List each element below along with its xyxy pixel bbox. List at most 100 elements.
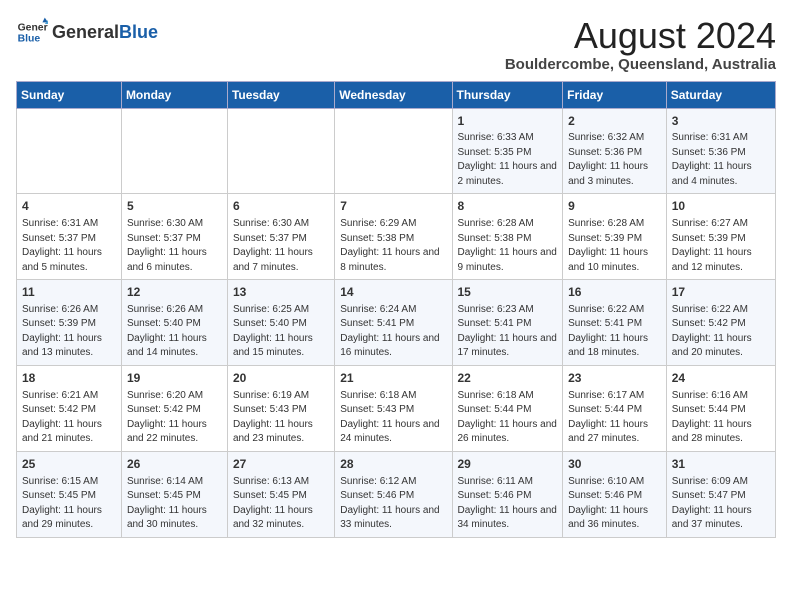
calendar-cell: 18 Sunrise: 6:21 AM Sunset: 5:42 PM Dayli…: [17, 365, 122, 451]
day-number: 11: [22, 284, 116, 301]
cell-content: Sunrise: 6:10 AM Sunset: 5:46 PM Dayligh…: [568, 475, 661, 533]
calendar-cell: 15 Sunrise: 6:23 AM Sunset: 5:41 PM Dayli…: [452, 280, 563, 366]
header-cell-friday: Friday: [563, 81, 667, 108]
week-row-2: 4 Sunrise: 6:31 AM Sunset: 5:37 PM Daylig…: [17, 194, 776, 280]
day-number: 27: [233, 456, 329, 473]
day-number: 15: [458, 284, 558, 301]
day-number: 31: [672, 456, 770, 473]
calendar-cell: 2Sunrise: 6:32 AM Sunset: 5:36 PM Daylig…: [563, 108, 667, 194]
day-number: 9: [568, 198, 661, 215]
week-row-1: 1Sunrise: 6:33 AM Sunset: 5:35 PM Daylig…: [17, 108, 776, 194]
cell-content: Sunrise: 6:25 AM Sunset: 5:40 PM Dayligh…: [233, 303, 329, 361]
day-number: 8: [458, 198, 558, 215]
subtitle: Bouldercombe, Queensland, Australia: [505, 56, 776, 73]
cell-content: Sunrise: 6:14 AM Sunset: 5:45 PM Dayligh…: [127, 475, 222, 533]
calendar-cell: 17Sunrise: 6:22 AM Sunset: 5:42 PM Dayli…: [666, 280, 775, 366]
logo-text-general: General: [52, 22, 119, 43]
day-number: 10: [672, 198, 770, 215]
svg-text:Blue: Blue: [18, 34, 41, 45]
calendar-cell: 19 Sunrise: 6:20 AM Sunset: 5:42 PM Dayli…: [121, 365, 227, 451]
cell-content: Sunrise: 6:27 AM Sunset: 5:39 PM Dayligh…: [672, 217, 770, 275]
day-number: 13: [233, 284, 329, 301]
cell-content: Sunrise: 6:28 AM Sunset: 5:39 PM Dayligh…: [568, 217, 661, 275]
calendar-cell: 14Sunrise: 6:24 AM Sunset: 5:41 PM Dayli…: [335, 280, 452, 366]
calendar-cell: 8 Sunrise: 6:28 AM Sunset: 5:38 PM Daylig…: [452, 194, 563, 280]
calendar-cell: 13 Sunrise: 6:25 AM Sunset: 5:40 PM Dayli…: [227, 280, 334, 366]
cell-content: Sunrise: 6:17 AM Sunset: 5:44 PM Dayligh…: [568, 389, 661, 447]
title-area: August 2024 Bouldercombe, Queensland, Au…: [505, 16, 776, 73]
logo: General Blue General Blue: [16, 16, 158, 48]
header-cell-wednesday: Wednesday: [335, 81, 452, 108]
logo-text-blue: Blue: [119, 22, 158, 43]
cell-content: Sunrise: 6:19 AM Sunset: 5:43 PM Dayligh…: [233, 389, 329, 447]
cell-content: Sunrise: 6:22 AM Sunset: 5:41 PM Dayligh…: [568, 303, 661, 361]
cell-content: Sunrise: 6:20 AM Sunset: 5:42 PM Dayligh…: [127, 389, 222, 447]
calendar-cell: 11 Sunrise: 6:26 AM Sunset: 5:39 PM Dayli…: [17, 280, 122, 366]
header-cell-sunday: Sunday: [17, 81, 122, 108]
logo-icon: General Blue: [16, 16, 48, 48]
calendar-cell: 10 Sunrise: 6:27 AM Sunset: 5:39 PM Dayli…: [666, 194, 775, 280]
calendar-cell: 26 Sunrise: 6:14 AM Sunset: 5:45 PM Dayli…: [121, 451, 227, 537]
cell-content: Sunrise: 6:21 AM Sunset: 5:42 PM Dayligh…: [22, 389, 116, 447]
cell-content: Sunrise: 6:12 AM Sunset: 5:46 PM Dayligh…: [340, 475, 446, 533]
cell-content: Sunrise: 6:18 AM Sunset: 5:43 PM Dayligh…: [340, 389, 446, 447]
day-number: 24: [672, 370, 770, 387]
cell-content: Sunrise: 6:32 AM Sunset: 5:36 PM Dayligh…: [568, 131, 661, 189]
day-number: 22: [458, 370, 558, 387]
day-number: 12: [127, 284, 222, 301]
calendar-cell: 4 Sunrise: 6:31 AM Sunset: 5:37 PM Daylig…: [17, 194, 122, 280]
day-number: 5: [127, 198, 222, 215]
day-number: 19: [127, 370, 222, 387]
calendar-cell: 21 Sunrise: 6:18 AM Sunset: 5:43 PM Dayli…: [335, 365, 452, 451]
header-cell-saturday: Saturday: [666, 81, 775, 108]
cell-content: Sunrise: 6:33 AM Sunset: 5:35 PM Dayligh…: [458, 131, 558, 189]
cell-content: Sunrise: 6:23 AM Sunset: 5:41 PM Dayligh…: [458, 303, 558, 361]
cell-content: Sunrise: 6:31 AM Sunset: 5:37 PM Dayligh…: [22, 217, 116, 275]
svg-text:General: General: [18, 22, 48, 33]
day-number: 29: [458, 456, 558, 473]
day-number: 1: [458, 113, 558, 130]
cell-content: Sunrise: 6:30 AM Sunset: 5:37 PM Dayligh…: [233, 217, 329, 275]
header-row: SundayMondayTuesdayWednesdayThursdayFrid…: [17, 81, 776, 108]
calendar-cell: 22Sunrise: 6:18 AM Sunset: 5:44 PM Dayli…: [452, 365, 563, 451]
calendar-cell: 1Sunrise: 6:33 AM Sunset: 5:35 PM Daylig…: [452, 108, 563, 194]
day-number: 3: [672, 113, 770, 130]
day-number: 21: [340, 370, 446, 387]
cell-content: Sunrise: 6:30 AM Sunset: 5:37 PM Dayligh…: [127, 217, 222, 275]
calendar-cell: 16Sunrise: 6:22 AM Sunset: 5:41 PM Dayli…: [563, 280, 667, 366]
week-row-3: 11 Sunrise: 6:26 AM Sunset: 5:39 PM Dayli…: [17, 280, 776, 366]
cell-content: Sunrise: 6:22 AM Sunset: 5:42 PM Dayligh…: [672, 303, 770, 361]
calendar-cell: [227, 108, 334, 194]
cell-content: Sunrise: 6:28 AM Sunset: 5:38 PM Dayligh…: [458, 217, 558, 275]
calendar-cell: [121, 108, 227, 194]
day-number: 25: [22, 456, 116, 473]
calendar-cell: 3Sunrise: 6:31 AM Sunset: 5:36 PM Daylig…: [666, 108, 775, 194]
cell-content: Sunrise: 6:16 AM Sunset: 5:44 PM Dayligh…: [672, 389, 770, 447]
calendar-cell: 23Sunrise: 6:17 AM Sunset: 5:44 PM Dayli…: [563, 365, 667, 451]
header: General Blue General Blue August 2024 Bo…: [16, 16, 776, 73]
calendar-cell: 29 Sunrise: 6:11 AM Sunset: 5:46 PM Dayli…: [452, 451, 563, 537]
calendar-cell: 28Sunrise: 6:12 AM Sunset: 5:46 PM Dayli…: [335, 451, 452, 537]
week-row-4: 18 Sunrise: 6:21 AM Sunset: 5:42 PM Dayli…: [17, 365, 776, 451]
day-number: 7: [340, 198, 446, 215]
calendar-cell: 20Sunrise: 6:19 AM Sunset: 5:43 PM Dayli…: [227, 365, 334, 451]
day-number: 26: [127, 456, 222, 473]
cell-content: Sunrise: 6:26 AM Sunset: 5:40 PM Dayligh…: [127, 303, 222, 361]
calendar-cell: 27Sunrise: 6:13 AM Sunset: 5:45 PM Dayli…: [227, 451, 334, 537]
main-title: August 2024: [505, 16, 776, 56]
cell-content: Sunrise: 6:11 AM Sunset: 5:46 PM Dayligh…: [458, 475, 558, 533]
day-number: 18: [22, 370, 116, 387]
day-number: 2: [568, 113, 661, 130]
calendar-table: SundayMondayTuesdayWednesdayThursdayFrid…: [16, 81, 776, 538]
day-number: 30: [568, 456, 661, 473]
day-number: 4: [22, 198, 116, 215]
cell-content: Sunrise: 6:09 AM Sunset: 5:47 PM Dayligh…: [672, 475, 770, 533]
calendar-cell: 30 Sunrise: 6:10 AM Sunset: 5:46 PM Dayli…: [563, 451, 667, 537]
calendar-cell: 24 Sunrise: 6:16 AM Sunset: 5:44 PM Dayli…: [666, 365, 775, 451]
calendar-cell: 9 Sunrise: 6:28 AM Sunset: 5:39 PM Daylig…: [563, 194, 667, 280]
calendar-cell: 5 Sunrise: 6:30 AM Sunset: 5:37 PM Daylig…: [121, 194, 227, 280]
cell-content: Sunrise: 6:15 AM Sunset: 5:45 PM Dayligh…: [22, 475, 116, 533]
calendar-cell: [17, 108, 122, 194]
cell-content: Sunrise: 6:26 AM Sunset: 5:39 PM Dayligh…: [22, 303, 116, 361]
cell-content: Sunrise: 6:24 AM Sunset: 5:41 PM Dayligh…: [340, 303, 446, 361]
